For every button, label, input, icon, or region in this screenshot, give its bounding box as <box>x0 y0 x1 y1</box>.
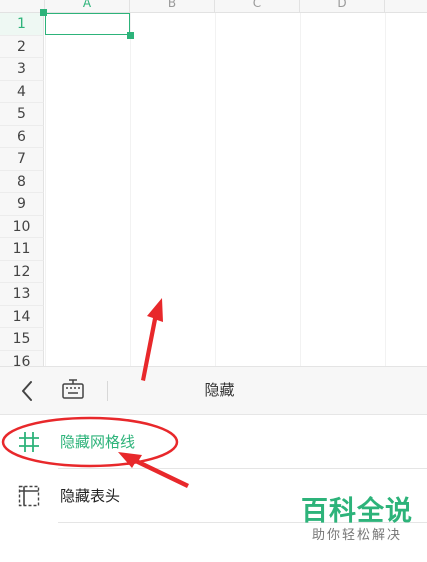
column-header-e[interactable] <box>385 0 427 12</box>
column-header-d[interactable]: D <box>300 0 385 12</box>
watermark-subtitle: 助你轻松解决 <box>311 528 402 543</box>
row-header-15[interactable]: 15 <box>0 328 44 351</box>
row-header-1[interactable]: 1 <box>0 13 44 36</box>
column-header-c[interactable]: C <box>215 0 300 12</box>
row-header-11[interactable]: 11 <box>0 238 44 261</box>
row-header-4[interactable]: 4 <box>0 80 44 103</box>
header-corner[interactable] <box>0 0 45 12</box>
column-header-bar: A B C D <box>0 0 427 13</box>
row-header-10[interactable]: 10 <box>0 215 44 238</box>
spreadsheet: A B C D 1 2 3 4 5 6 7 8 9 10 11 12 13 14… <box>0 0 427 366</box>
row-header-7[interactable]: 7 <box>0 148 44 171</box>
hide-headers-label: 隐藏表头 <box>60 487 121 505</box>
watermark: 百科全说 助你轻松解决 <box>301 496 413 544</box>
panel-toolbar: 隐藏 <box>0 367 427 415</box>
row-header-5[interactable]: 5 <box>0 103 44 126</box>
header-table-icon <box>18 485 40 507</box>
row-header-2[interactable]: 2 <box>0 35 44 58</box>
hide-gridlines-option[interactable]: 隐藏网格线 <box>0 415 427 469</box>
row-header-13[interactable]: 13 <box>0 283 44 306</box>
row-header-8[interactable]: 8 <box>0 170 44 193</box>
row-header-column: 1 2 3 4 5 6 7 8 9 10 11 12 13 14 15 16 <box>0 13 44 366</box>
grid-icon <box>18 431 40 453</box>
panel-title: 隐藏 <box>204 381 235 399</box>
column-header-b[interactable]: B <box>130 0 215 12</box>
hide-gridlines-label: 隐藏网格线 <box>60 433 136 451</box>
row-header-14[interactable]: 14 <box>0 305 44 328</box>
selection-handle-top-left[interactable] <box>40 9 47 16</box>
cell-grid[interactable] <box>45 13 427 366</box>
selected-cell-a1[interactable] <box>45 13 130 35</box>
row-header-9[interactable]: 9 <box>0 193 44 216</box>
row-header-3[interactable]: 3 <box>0 58 44 81</box>
row-header-12[interactable]: 12 <box>0 260 44 283</box>
watermark-title: 百科全说 <box>301 496 413 527</box>
row-header-6[interactable]: 6 <box>0 125 44 148</box>
column-header-a[interactable]: A <box>45 0 130 12</box>
selection-handle-bottom-right[interactable] <box>127 32 134 39</box>
row-header-16[interactable]: 16 <box>0 350 44 366</box>
